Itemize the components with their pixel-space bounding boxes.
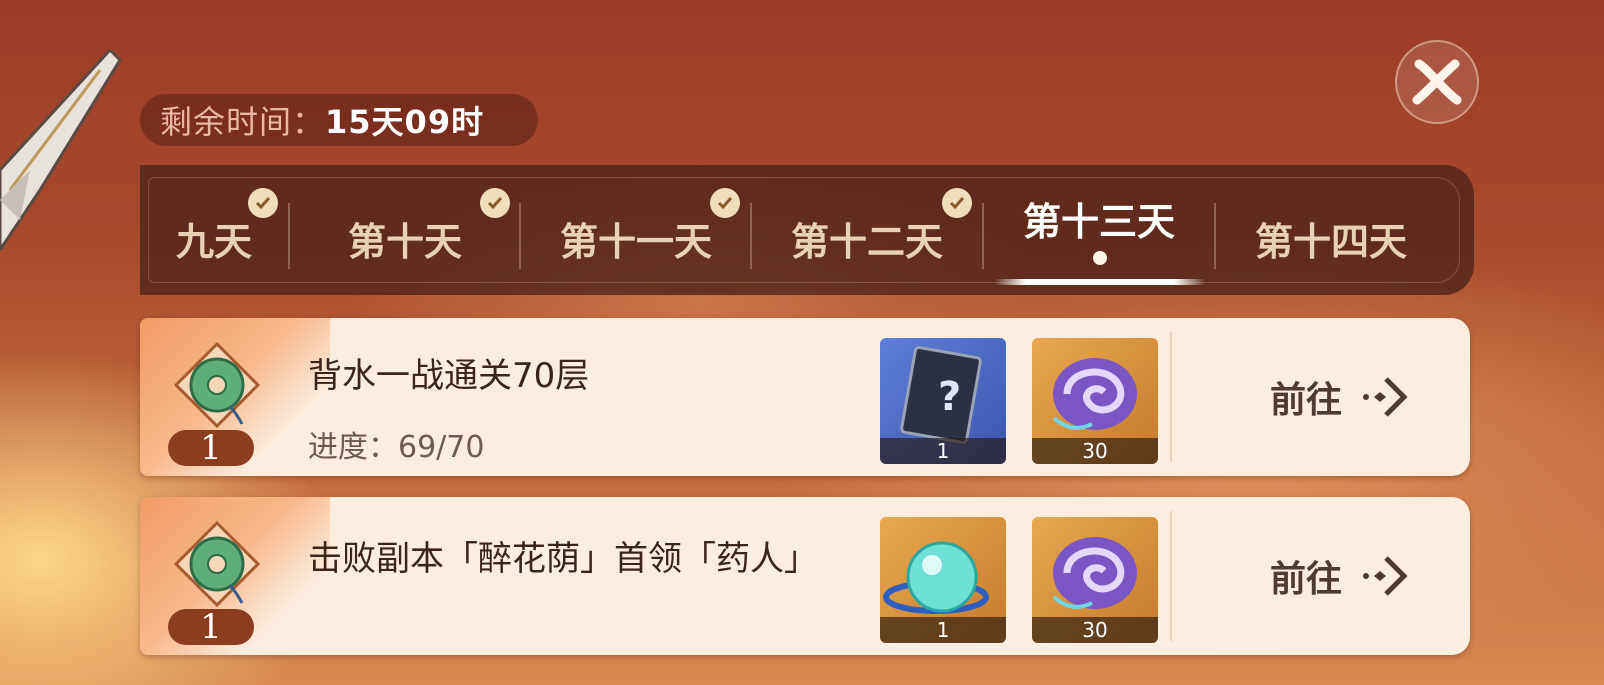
task-card: 1 背水一战通关70层 进度：69/70 ? 1 30 前往	[140, 318, 1470, 476]
tab-label: 第十四天	[1254, 218, 1407, 264]
go-button-label: 前往	[1270, 558, 1343, 600]
close-button[interactable]	[1395, 40, 1479, 124]
completed-check-icon	[710, 188, 740, 218]
task-progress: 进度：69/70	[308, 430, 485, 465]
tab-label: 第十一天	[559, 218, 712, 264]
reward-item[interactable]: 30	[1032, 338, 1158, 464]
tab-label: 第十三天	[1022, 198, 1175, 244]
go-button-label: 前往	[1270, 379, 1343, 421]
blade-decoration	[0, 50, 122, 250]
task-points: 1	[168, 430, 254, 466]
arrow-right-icon	[1363, 377, 1408, 417]
reward-quantity: 1	[880, 617, 1006, 643]
remaining-time: 剩余时间： 15天09时	[140, 94, 538, 146]
completed-check-icon	[480, 188, 510, 218]
remaining-time-label: 剩余时间：	[160, 103, 326, 141]
completed-check-icon	[248, 188, 278, 218]
card-separator	[1170, 511, 1172, 641]
go-button[interactable]: 前往	[1270, 372, 1412, 422]
tab-day-14[interactable]: 第十四天	[1216, 165, 1446, 295]
task-title: 背水一战通关70层	[308, 356, 590, 396]
tab-label: 第十二天	[790, 218, 943, 264]
close-icon	[1412, 59, 1462, 105]
completed-check-icon	[942, 188, 972, 218]
tab-day-10[interactable]: 第十天	[290, 165, 520, 295]
reward-item[interactable]: 1	[880, 517, 1006, 643]
task-card: 1 击败副本「醉花荫」首领「药人」 1 30 前往	[140, 497, 1470, 655]
reward-quantity: 30	[1032, 438, 1158, 464]
tab-day-12[interactable]: 第十二天	[752, 165, 982, 295]
tab-day-9[interactable]: 九天	[140, 165, 288, 295]
tab-label: 第十天	[347, 218, 462, 264]
jade-coin-icon	[173, 520, 261, 608]
task-points: 1	[168, 609, 254, 645]
svg-text:?: ?	[938, 374, 961, 420]
active-tab-underline	[994, 279, 1206, 285]
tab-label: 九天	[175, 218, 252, 264]
reward-quantity: 30	[1032, 617, 1158, 643]
tab-day-13[interactable]: 第十三天	[984, 165, 1214, 295]
arrow-right-icon	[1363, 556, 1408, 596]
go-button[interactable]: 前往	[1270, 551, 1412, 601]
tab-day-11[interactable]: 第十一天	[521, 165, 751, 295]
remaining-time-value: 15天09时	[325, 103, 485, 141]
reward-item[interactable]: ? 1	[880, 338, 1006, 464]
jade-coin-icon	[173, 341, 261, 429]
card-separator	[1170, 332, 1172, 462]
day-tab-bar: 九天 第十天 第十一天 第十二天 第十三天 第十四天	[140, 165, 1474, 295]
reward-quantity: 1	[880, 438, 1006, 464]
active-tab-dot	[1093, 251, 1107, 265]
reward-item[interactable]: 30	[1032, 517, 1158, 643]
task-title: 击败副本「醉花荫」首领「药人」	[308, 539, 818, 579]
